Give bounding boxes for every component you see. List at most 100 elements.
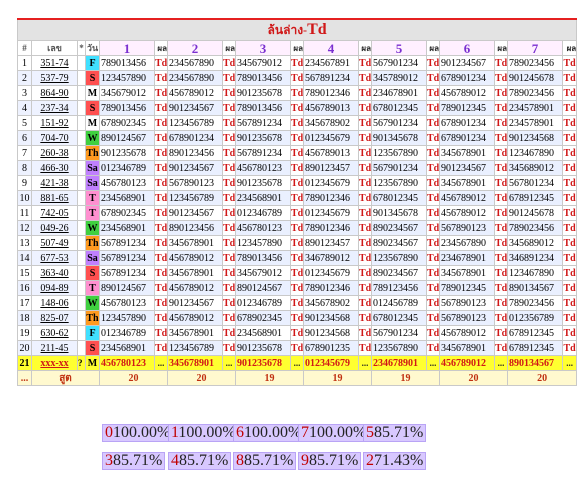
td-mark: Td <box>426 235 440 251</box>
day-badge: Th <box>85 310 100 326</box>
td-mark: Td <box>290 295 304 311</box>
footer-count: 20 <box>506 370 578 386</box>
td-mark: Td <box>358 55 372 71</box>
column-header-3: 3 <box>235 40 291 56</box>
number-cell: 456780123 <box>235 160 291 176</box>
day-badge: T <box>85 280 100 296</box>
percent: 85.71% <box>309 452 359 469</box>
number-cell: 234578901 <box>507 100 563 116</box>
td-mark: Td <box>358 205 372 221</box>
td-mark: Td <box>358 130 372 146</box>
row-number-link[interactable]: 825-07 <box>31 310 78 326</box>
row-star <box>77 55 86 71</box>
title-bar: ล้นล่าง-Td <box>16 18 578 41</box>
row-number-link[interactable]: 148-06 <box>31 295 78 311</box>
number-cell: 346789012 <box>303 250 359 266</box>
footer-count: 19 <box>303 370 372 386</box>
number-cell: 901234567 <box>167 205 223 221</box>
td-mark: Td <box>222 145 236 161</box>
digit-stat: 6100.00% <box>233 424 305 442</box>
number-cell: 567891234 <box>303 70 359 86</box>
number-cell: 678902345 <box>99 115 155 131</box>
day-badge: M <box>85 85 100 101</box>
number-cell: 890124567 <box>99 280 155 296</box>
number-cell: 901345678 <box>371 205 427 221</box>
prediction-number[interactable]: xxx-xx <box>31 355 78 371</box>
percent: 85.71% <box>374 424 424 441</box>
number-cell: 123456789 <box>167 190 223 206</box>
day-badge: Sa <box>85 250 100 266</box>
row-number-link[interactable]: 260-38 <box>31 145 78 161</box>
table-row: 14 677-53 Sa 567891234 Td 456789012 Td 78901345… <box>17 250 578 266</box>
row-index: 9 <box>17 175 32 191</box>
number-cell: 789123456 <box>371 280 427 296</box>
row-number-link[interactable]: 421-38 <box>31 175 78 191</box>
row-number-link[interactable]: 537-79 <box>31 70 78 86</box>
row-number-link[interactable]: 049-26 <box>31 220 78 236</box>
column-result-label: ผล <box>561 40 578 56</box>
number-cell: 890123456 <box>167 220 223 236</box>
td-mark: Td <box>290 160 304 176</box>
row-number-link[interactable]: 704-70 <box>31 130 78 146</box>
row-number-link[interactable]: 864-90 <box>31 85 78 101</box>
number-cell: 678912345 <box>507 190 563 206</box>
row-number-link[interactable]: 237-34 <box>31 100 78 116</box>
td-mark: Td <box>154 310 168 326</box>
number-cell: 901234567 <box>439 160 495 176</box>
td-mark: Td <box>358 220 372 236</box>
td-mark: Td <box>154 295 168 311</box>
row-number-link[interactable]: 211-45 <box>31 340 78 356</box>
td-mark: Td <box>561 190 578 206</box>
row-number-link[interactable]: 094-89 <box>31 280 78 296</box>
footer-row: ... สูต 20 20 19 19 19 20 20 <box>17 370 578 386</box>
column-header-6: 6 <box>439 40 495 56</box>
td-mark: Td <box>561 145 578 161</box>
number-cell: 901234568 <box>507 130 563 146</box>
row-star <box>77 325 86 341</box>
td-mark: Td <box>222 295 236 311</box>
row-index: 8 <box>17 160 32 176</box>
row-number-link[interactable]: 363-40 <box>31 265 78 281</box>
day-badge: F <box>85 55 100 71</box>
td-mark: Td <box>154 160 168 176</box>
prediction-star: ? <box>77 355 86 371</box>
row-number-link[interactable]: 630-62 <box>31 325 78 341</box>
td-mark: Td <box>494 265 508 281</box>
td-mark: Td <box>290 205 304 221</box>
day-badge: Sa <box>85 175 100 191</box>
td-mark: Td <box>426 145 440 161</box>
page-title: ล้นล่าง- <box>267 22 308 37</box>
table-row: 8 466-30 Sa 012346789 Td 901234567 Td 456780123… <box>17 160 578 176</box>
row-number-link[interactable]: 507-49 <box>31 235 78 251</box>
row-number-link[interactable]: 742-05 <box>31 205 78 221</box>
number-cell: 345678902 <box>303 295 359 311</box>
number-cell: 012345679 <box>303 205 359 221</box>
td-mark: Td <box>561 70 578 86</box>
row-number-link[interactable]: 151-92 <box>31 115 78 131</box>
number-cell: 456789012 <box>439 205 495 221</box>
number-cell: 012345679 <box>303 175 359 191</box>
table-row: 17 148-06 W 456780123 Td 901234567 Td 012346789… <box>17 295 578 311</box>
td-mark: Td <box>154 205 168 221</box>
number-cell: 345679012 <box>235 55 291 71</box>
table-row: 10 881-65 T 234568901 Td 123456789 Td 234568901… <box>17 190 578 206</box>
td-mark: Td <box>426 85 440 101</box>
table-row: 18 825-07 Th 123457890 Td 456789012 Td 67890234… <box>17 310 578 326</box>
row-number-link[interactable]: 466-30 <box>31 160 78 176</box>
number-cell: 234567890 <box>167 70 223 86</box>
number-cell: 789012346 <box>303 280 359 296</box>
row-number-link[interactable]: 677-53 <box>31 250 78 266</box>
td-mark: Td <box>494 280 508 296</box>
row-number-link[interactable]: 351-74 <box>31 55 78 71</box>
row-index: 20 <box>17 340 32 356</box>
row-index: 12 <box>17 220 32 236</box>
number-cell: 456789012 <box>167 310 223 326</box>
td-mark: Td <box>222 235 236 251</box>
number-cell: 789013456 <box>235 70 291 86</box>
row-star <box>77 340 86 356</box>
digit: 7 <box>301 424 309 441</box>
td-mark: Td <box>561 205 578 221</box>
digit: 6 <box>236 424 244 441</box>
row-number-link[interactable]: 881-65 <box>31 190 78 206</box>
td-mark: Td <box>154 115 168 131</box>
